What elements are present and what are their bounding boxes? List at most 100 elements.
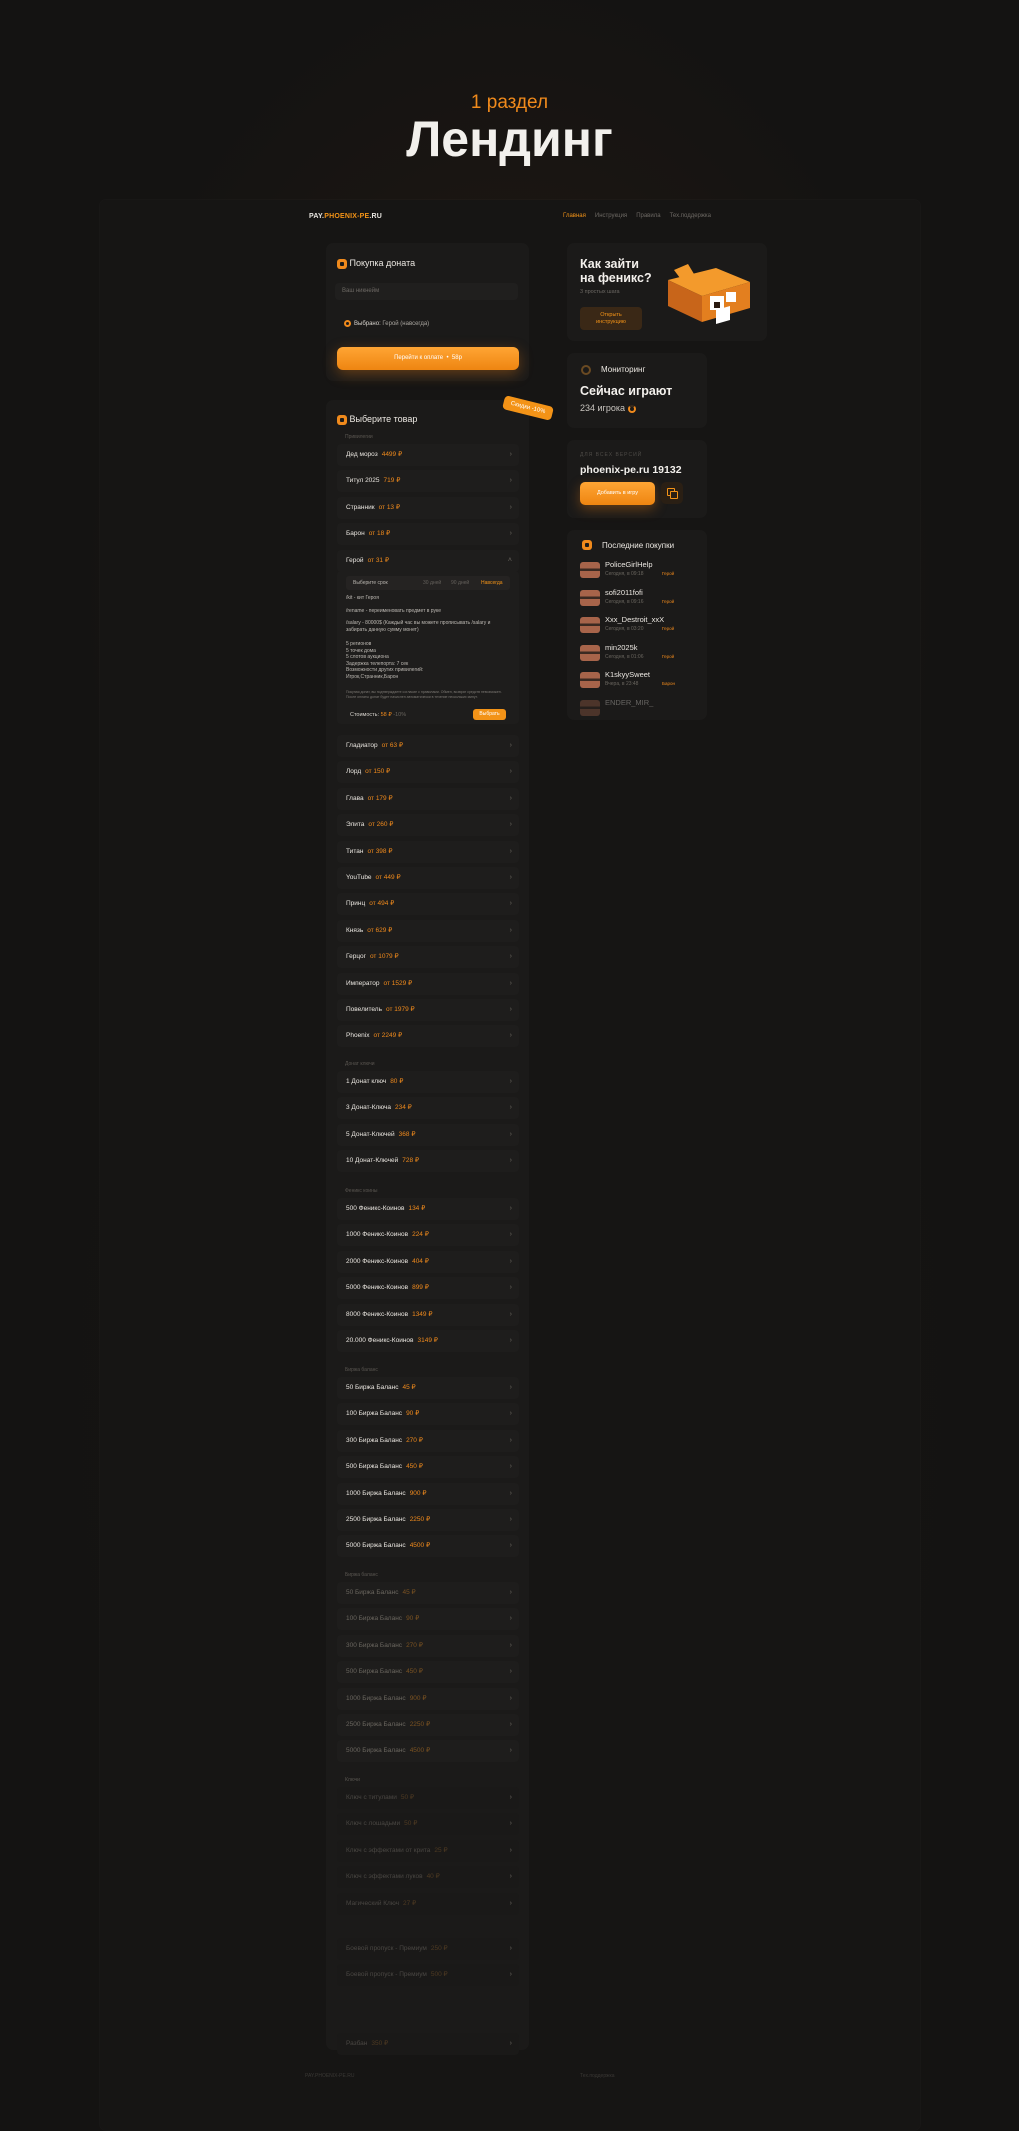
catalog-item[interactable]: Барон от 18 ₽ › xyxy=(337,523,519,546)
catalog-item[interactable]: 20.000 Феникс-Коинов 3149 ₽ › xyxy=(337,1330,519,1352)
catalog-item[interactable]: Гладиатор от 63 ₽ › xyxy=(337,735,519,757)
selected-row[interactable]: Выбрано: Герой (навсегда) xyxy=(344,320,429,327)
radio-icon xyxy=(344,320,351,327)
catalog-item[interactable]: Боевой пропуск - Премиум 500 ₽ › xyxy=(337,1964,519,1987)
catalog-item[interactable]: Император от 1529 ₽ › xyxy=(337,972,519,995)
avatar xyxy=(580,589,600,606)
catalog-item[interactable]: Phoenix от 2249 ₽ › xyxy=(337,1025,519,1048)
catalog-item[interactable]: 5000 Биржа Баланс 4500 ₽ › xyxy=(337,1740,519,1763)
catalog-item[interactable]: Ключ с лошадьми 50 ₽ › xyxy=(337,1813,519,1836)
open-instruction-button[interactable]: Открыть инструкцию xyxy=(580,307,642,330)
nav-instruction[interactable]: Инструкция xyxy=(595,213,627,219)
item-price: от 1529 ₽ xyxy=(383,979,413,987)
item-name: Князь xyxy=(346,926,364,934)
catalog-item[interactable]: 100 Биржа Баланс 90 ₽ › xyxy=(337,1403,519,1426)
players-count: 234 игрока xyxy=(580,403,636,413)
players-count-text: 234 игрока xyxy=(580,403,625,413)
catalog-item[interactable]: Герой от 31 ₽ ˄ xyxy=(337,549,519,572)
buyer-name: K1skyySweet xyxy=(605,670,651,680)
catalog-item[interactable]: 1000 Феникс-Коинов 224 ₽ › xyxy=(337,1224,519,1247)
item-price: от 179 ₽ xyxy=(367,794,393,802)
buyer-item: Герой xyxy=(662,653,675,659)
catalog-item[interactable]: 2000 Феникс-Коинов 404 ₽ › xyxy=(337,1250,519,1273)
chevron-right-icon: › xyxy=(509,477,512,485)
catalog-item[interactable]: Боевой пропуск - Премиум 250 ₽ › xyxy=(337,1938,519,1960)
catalog-item[interactable]: 5 Донат-Ключей 368 ₽ › xyxy=(337,1123,519,1146)
chevron-right-icon: › xyxy=(509,1820,512,1828)
buyer-name: min2025k xyxy=(605,642,638,652)
catalog-item[interactable]: 1000 Биржа Баланс 900 ₽ › xyxy=(337,1482,519,1505)
catalog-item[interactable]: 1 Донат ключ 80 ₽ › xyxy=(337,1071,519,1093)
item-price: 2250 ₽ xyxy=(409,1516,431,1523)
chevron-right-icon: › xyxy=(509,1337,512,1344)
catalog-item[interactable]: Повелитель от 1979 ₽ › xyxy=(337,999,519,1021)
add-to-game-button[interactable]: Добавить в игру xyxy=(580,482,655,505)
nav-rules[interactable]: Правила xyxy=(636,213,660,219)
item-name: 1 Донат ключ xyxy=(346,1078,387,1085)
catalog-item[interactable]: 500 Биржа Баланс 450 ₽ › xyxy=(337,1456,519,1479)
nickname-input[interactable]: Ваш никнейм xyxy=(335,283,518,300)
buyer-item: Барон xyxy=(662,681,675,687)
item-price: 234 ₽ xyxy=(395,1104,412,1112)
catalog-item[interactable]: 300 Биржа Баланс 270 ₽ › xyxy=(337,1634,519,1657)
catalog-item[interactable]: 50 Биржа Баланс 45 ₽ › xyxy=(337,1377,519,1399)
catalog-item[interactable]: 100 Биржа Баланс 90 ₽ › xyxy=(337,1608,519,1631)
phoenix-fox-image xyxy=(668,264,750,324)
item-name: YouTube xyxy=(346,874,372,881)
catalog-item[interactable]: Ключ с титулами 50 ₽ › xyxy=(337,1787,519,1809)
howto-subtitle: 3 простых шага xyxy=(580,289,620,295)
chevron-right-icon: › xyxy=(509,1846,512,1854)
item-price: от 398 ₽ xyxy=(367,847,393,855)
catalog-item[interactable]: Ключ с эффектами луков 40 ₽ › xyxy=(337,1866,519,1889)
item-name: 500 Биржа Баланс xyxy=(346,1463,403,1471)
catalog-item[interactable]: Князь от 629 ₽ › xyxy=(337,919,519,942)
catalog-item[interactable]: 5000 Феникс-Коинов 899 ₽ › xyxy=(337,1277,519,1300)
period-90[interactable]: 90 дней xyxy=(451,576,469,590)
catalog-item[interactable]: 50 Биржа Баланс 45 ₽ › xyxy=(337,1582,519,1604)
catalog-item[interactable]: 8000 Феникс-Коинов 1349 ₽ › xyxy=(337,1303,519,1326)
nav-support[interactable]: Тех.поддержка xyxy=(670,213,711,219)
catalog-header: Выберите товар xyxy=(337,414,417,425)
catalog-item[interactable]: Ключ с эффектами от крита 25 ₽ › xyxy=(337,1839,519,1862)
catalog-item[interactable]: Принц от 494 ₽ › xyxy=(337,893,519,916)
catalog-item[interactable]: Разбан 350 ₽ › xyxy=(337,2033,519,2055)
catalog-item[interactable]: 500 Феникс-Коинов 134 ₽ › xyxy=(337,1198,519,1220)
catalog-item[interactable]: YouTube от 449 ₽ › xyxy=(337,867,519,889)
chevron-right-icon: › xyxy=(509,953,512,961)
catalog-item[interactable]: 3 Донат-Ключа 234 ₽ › xyxy=(337,1097,519,1120)
catalog-item[interactable]: 2500 Биржа Баланс 2250 ₽ › xyxy=(337,1714,519,1736)
pay-button[interactable]: Перейти к оплате • 58р xyxy=(337,347,519,370)
catalog-item[interactable]: 500 Биржа Баланс 450 ₽ › xyxy=(337,1661,519,1684)
buyer-item: Герой xyxy=(662,571,675,576)
catalog-item[interactable]: 1000 Биржа Баланс 900 ₽ › xyxy=(337,1687,519,1710)
catalog-item[interactable]: 10 Донат-Ключей 728 ₽ › xyxy=(337,1150,519,1173)
catalog-item[interactable]: 5000 Биржа Баланс 4500 ₽ › xyxy=(337,1535,519,1558)
catalog-item[interactable]: Титул 2025 719 ₽ › xyxy=(337,470,519,493)
item-price: 40 ₽ xyxy=(426,1873,440,1881)
catalog-item[interactable]: Дед мороз 4499 ₽ › xyxy=(337,444,519,466)
site-logo[interactable]: PAY.PHOENIX-PE.RU xyxy=(309,213,382,220)
item-name: Магический Ключ xyxy=(346,1899,399,1907)
howto-title: Как зайти на феникс? xyxy=(580,257,652,286)
catalog-item[interactable]: Лорд от 150 ₽ › xyxy=(337,761,519,784)
item-price: от 629 ₽ xyxy=(367,926,393,934)
catalog-item[interactable]: 300 Биржа Баланс 270 ₽ › xyxy=(337,1429,519,1452)
period-forever[interactable]: Навсегда xyxy=(481,576,503,590)
item-price: 1349 ₽ xyxy=(412,1310,433,1318)
item-price: от 260 ₽ xyxy=(368,821,394,829)
logo-part: PHOENIX-PE xyxy=(324,213,370,220)
catalog-item[interactable]: Титан от 398 ₽ › xyxy=(337,840,519,863)
perk-rename: /rename - переименовать предмет в руке xyxy=(346,608,442,614)
item-name: Ключ с титулами xyxy=(346,1794,397,1801)
nav-home[interactable]: Главная xyxy=(563,213,586,219)
period-30[interactable]: 30 дней xyxy=(423,576,441,590)
catalog-item[interactable]: Герцог от 1079 ₽ › xyxy=(337,946,519,969)
choose-button[interactable]: Выбрать xyxy=(473,709,506,720)
catalog-item[interactable]: 2500 Биржа Баланс 2250 ₽ › xyxy=(337,1509,519,1531)
catalog-item[interactable]: Магический Ключ 27 ₽ › xyxy=(337,1892,519,1915)
footer-support[interactable]: Тех.поддержка xyxy=(580,2073,615,2079)
catalog-item[interactable]: Глава от 179 ₽ › xyxy=(337,787,519,810)
copy-icon[interactable] xyxy=(661,482,683,504)
catalog-item[interactable]: Странник от 13 ₽ › xyxy=(337,496,519,519)
catalog-item[interactable]: Элита от 260 ₽ › xyxy=(337,814,519,837)
